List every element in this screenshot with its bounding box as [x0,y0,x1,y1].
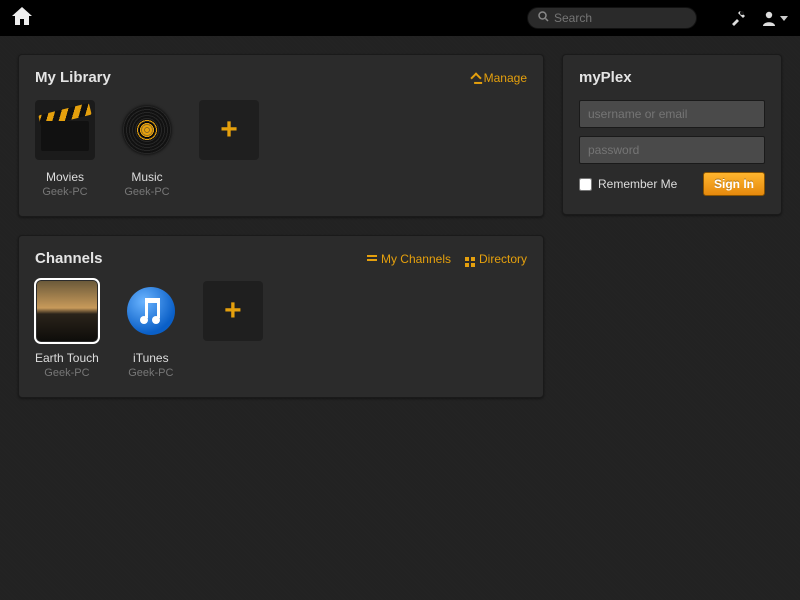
tile-label: iTunes [133,351,169,365]
library-tile-music[interactable]: Music Geek-PC [117,100,177,198]
add-library-button[interactable]: + [199,100,259,198]
itunes-icon [127,287,175,335]
library-title: My Library [35,69,111,86]
directory-label: Directory [479,252,527,266]
add-channel-button[interactable]: + [203,281,263,379]
channel-tile-itunes[interactable]: iTunes Geek-PC [121,281,181,379]
home-icon[interactable] [12,7,32,30]
channel-tile-earth-touch[interactable]: Earth Touch Geek-PC [35,281,99,379]
list-icon [367,252,377,266]
tile-label: Earth Touch [35,351,99,365]
plus-icon: + [224,294,242,328]
remember-me-checkbox[interactable] [579,178,592,191]
tile-label: Music [131,170,162,184]
clapper-icon [41,109,89,151]
my-channels-link[interactable]: My Channels [367,252,451,266]
sign-in-button[interactable]: Sign In [703,172,765,196]
wrench-icon [472,71,480,85]
password-input[interactable] [579,136,765,164]
my-channels-label: My Channels [381,252,451,266]
tile-sub: Geek-PC [44,367,89,379]
remember-me-wrap[interactable]: Remember Me [579,177,703,191]
channels-panel: Channels My Channels Directory Earth Tou… [18,235,544,398]
search-input-wrap[interactable] [527,7,697,29]
library-tile-movies[interactable]: Movies Geek-PC [35,100,95,198]
manage-label: Manage [484,71,527,85]
remember-me-label: Remember Me [598,177,677,191]
user-menu[interactable] [761,10,788,26]
myplex-title: myPlex [579,69,765,86]
earth-touch-thumb [37,281,97,341]
vinyl-icon [123,106,171,154]
manage-link[interactable]: Manage [472,71,527,85]
search-icon [538,11,549,25]
plus-icon: + [220,113,238,147]
top-bar [0,0,800,36]
chevron-down-icon [780,16,788,21]
tools-icon[interactable] [729,9,747,27]
search-input[interactable] [554,11,686,25]
grid-icon [465,250,475,267]
directory-link[interactable]: Directory [465,250,527,267]
tile-sub: Geek-PC [124,186,169,198]
myplex-panel: myPlex Remember Me Sign In [562,54,782,215]
tile-sub: Geek-PC [42,186,87,198]
tile-sub: Geek-PC [128,367,173,379]
library-panel: My Library Manage Movies Geek-PC Music G… [18,54,544,217]
channels-title: Channels [35,250,103,267]
tile-label: Movies [46,170,84,184]
username-input[interactable] [579,100,765,128]
